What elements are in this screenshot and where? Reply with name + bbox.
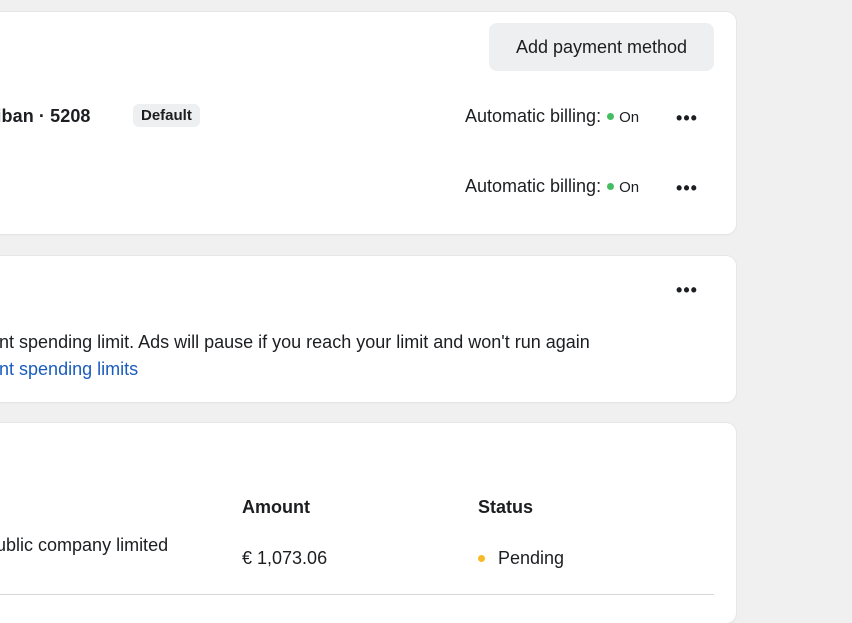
- payment-method-name: ted iban · 5208: [0, 106, 91, 127]
- payment-methods-card: Add payment method ted iban · 5208 Defau…: [0, 12, 736, 234]
- automatic-billing-status: Automatic billing: On: [465, 176, 639, 197]
- payment-method-row: ted iban · 5208 Default Automatic billin…: [0, 98, 736, 138]
- spending-limit-card: ••• count spending limit. Ads will pause…: [0, 256, 736, 402]
- more-horizontal-icon[interactable]: •••: [672, 278, 702, 302]
- spending-limit-description-text: count spending limit. Ads will pause if …: [0, 332, 590, 352]
- transaction-method-text: s public company limited: [0, 535, 169, 555]
- more-horizontal-icon[interactable]: •••: [672, 106, 702, 130]
- automatic-billing-label: Automatic billing:: [465, 106, 602, 126]
- more-horizontal-icon[interactable]: •••: [672, 176, 702, 200]
- spending-limits-link[interactable]: count spending limits: [0, 356, 138, 383]
- transaction-amount-cell: € 1,073.06: [242, 548, 328, 568]
- transaction-status-cell: Pending: [478, 548, 564, 569]
- status-dot-icon: [607, 113, 615, 120]
- status-dot-icon: [478, 555, 485, 562]
- automatic-billing-status: Automatic billing: On: [465, 106, 639, 127]
- payment-method-row: Automatic billing: On •••: [0, 168, 736, 208]
- automatic-billing-state: On: [619, 109, 640, 126]
- status-dot-icon: [607, 183, 615, 190]
- automatic-billing-label: Automatic billing:: [465, 176, 602, 196]
- column-header-amount: Amount: [242, 497, 310, 517]
- spending-limit-description: count spending limit. Ads will pause if …: [0, 329, 590, 356]
- payment-method-name-text: ted iban · 5208: [0, 106, 91, 126]
- default-badge: Default: [133, 104, 200, 127]
- add-payment-method-button[interactable]: Add payment method: [489, 23, 714, 71]
- transaction-status-text: Pending: [498, 548, 565, 568]
- table-row-divider: [0, 594, 714, 595]
- column-header-status: Status: [478, 497, 534, 517]
- spending-limits-link-text: count spending limits: [0, 359, 139, 379]
- automatic-billing-state: On: [619, 179, 640, 196]
- transactions-card: hod Amount Status s public company limit…: [0, 423, 736, 623]
- transaction-method-cell: s public company limited: [0, 535, 168, 556]
